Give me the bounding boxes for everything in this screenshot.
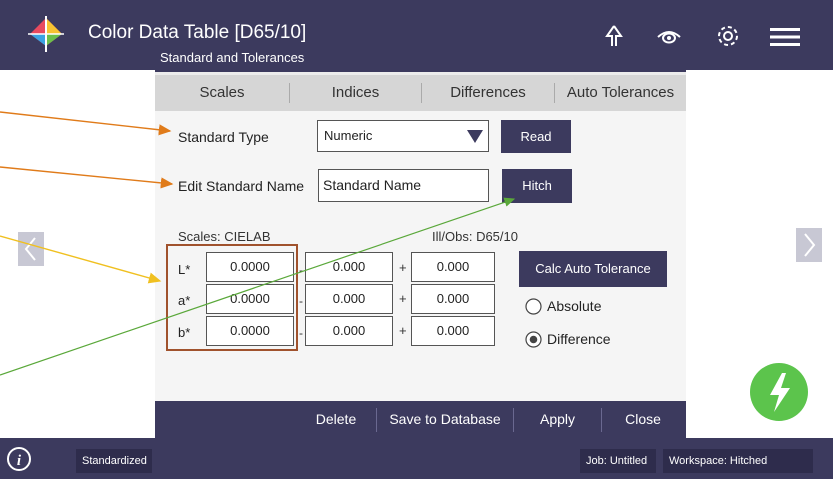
workspace-chip[interactable]: Workspace: Hitched Sample	[663, 449, 813, 491]
l-minus-tolerance-input[interactable]: 0.000	[305, 252, 393, 282]
standard-type-select[interactable]: Numeric	[317, 120, 489, 152]
pin-icon[interactable]	[604, 24, 624, 50]
a-plus-tolerance-input[interactable]: 0.000	[411, 284, 495, 314]
tab-bar: Scales Indices Differences Auto Toleranc…	[155, 75, 686, 112]
b-plus-tolerance-input[interactable]: 0.000	[411, 316, 495, 346]
tab-auto-tolerances[interactable]: Auto Tolerances	[555, 75, 686, 111]
b-value-input[interactable]: 0.0000	[206, 316, 294, 346]
apply-button[interactable]: Apply	[514, 401, 601, 438]
calc-auto-tolerance-button[interactable]: Calc Auto Tolerance	[519, 251, 667, 287]
l-plus-tolerance-input[interactable]: 0.000	[411, 252, 495, 282]
a-minus-tolerance-input[interactable]: 0.000	[305, 284, 393, 314]
row-label-l: L*	[178, 262, 191, 277]
menu-icon[interactable]	[770, 27, 800, 47]
svg-text:i: i	[17, 453, 22, 469]
edit-standard-name-label: Edit Standard Name	[178, 178, 305, 194]
plus-sign: +	[399, 291, 407, 306]
radio-absolute-label: Absolute	[547, 298, 602, 314]
row-label-b: b*	[178, 325, 191, 340]
standardized-chip[interactable]: Standardized	[76, 449, 152, 473]
plus-sign: +	[399, 323, 407, 338]
lightning-icon	[770, 373, 790, 412]
tab-indices[interactable]: Indices	[290, 75, 421, 111]
row-label-a: a*	[178, 293, 191, 308]
eye-icon[interactable]	[656, 28, 682, 44]
dropdown-triangle-icon	[467, 130, 483, 143]
plus-sign: +	[399, 260, 407, 275]
dialog-title: Standard and Tolerances	[160, 50, 305, 65]
standard-type-label: Standard Type	[178, 129, 269, 145]
minus-sign: -	[299, 263, 303, 277]
spectrum-logo-icon[interactable]	[26, 16, 66, 52]
scales-label: Scales: CIELAB	[178, 229, 271, 244]
minus-sign: -	[299, 294, 303, 308]
measure-fab[interactable]	[750, 363, 808, 421]
read-button[interactable]: Read	[501, 120, 571, 153]
a-value-input[interactable]: 0.0000	[206, 284, 294, 314]
hitch-button[interactable]: Hitch	[502, 169, 572, 203]
chevron-right-icon[interactable]	[796, 228, 822, 262]
radio-absolute[interactable]	[525, 298, 542, 315]
tab-scales[interactable]: Scales	[155, 75, 289, 111]
illobs-label: Ill/Obs: D65/10	[432, 229, 518, 244]
radio-difference[interactable]	[525, 331, 542, 348]
app-title: Color Data Table [D65/10]	[88, 22, 307, 43]
b-minus-tolerance-input[interactable]: 0.000	[305, 316, 393, 346]
job-chip[interactable]: Job: Untitled	[580, 449, 656, 473]
gear-icon[interactable]	[716, 24, 740, 48]
dialog-action-bar: Delete Save to Database Apply Close	[155, 401, 686, 438]
delete-button[interactable]: Delete	[296, 401, 376, 438]
standard-name-input[interactable]: Standard Name	[318, 169, 489, 202]
close-button[interactable]: Close	[602, 401, 684, 438]
chevron-left-icon[interactable]	[18, 232, 44, 266]
info-icon[interactable]: i	[6, 446, 32, 472]
l-value-input[interactable]: 0.0000	[206, 252, 294, 282]
save-to-database-button[interactable]: Save to Database	[377, 401, 513, 438]
minus-sign: -	[299, 326, 303, 340]
standard-type-value: Numeric	[324, 128, 373, 143]
radio-difference-label: Difference	[547, 331, 611, 347]
tab-differences[interactable]: Differences	[422, 75, 554, 111]
